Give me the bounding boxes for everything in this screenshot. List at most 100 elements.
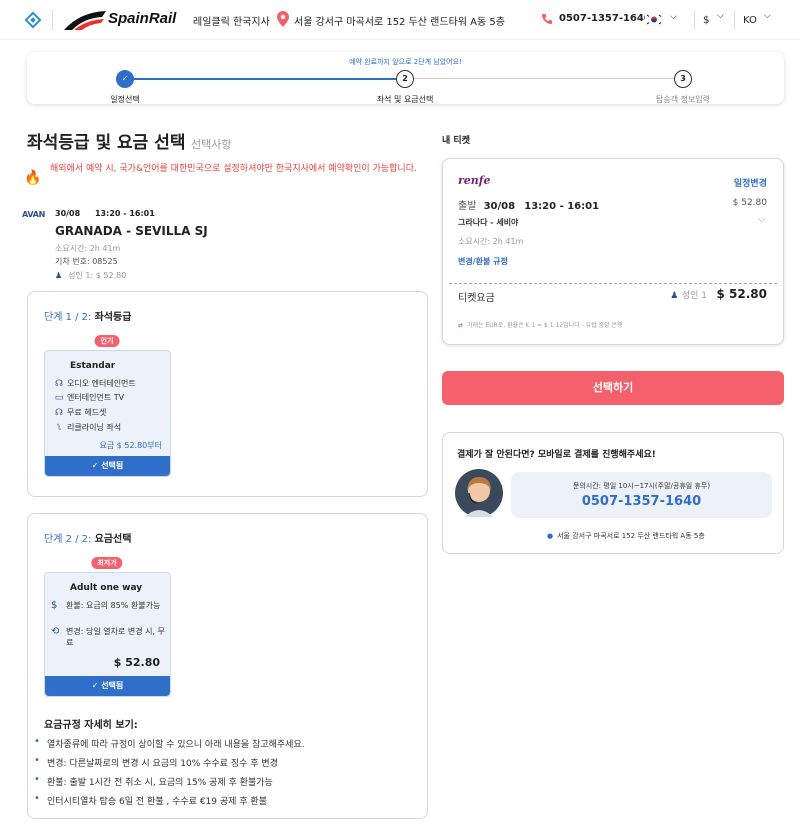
mobile-payment-card: 결제가 잘 안된다면? 모바일로 결제를 진행해주세요! 문의시간: 평일 10… [442,432,784,554]
logo-text: SpainRail [108,10,177,27]
person-icon: ♟ [55,271,63,280]
exchange-note: ⇄ 거래는 EUR로, 환율은 € 1 = $ 1.12입니다 - 유럽 중앙 은… [458,320,623,329]
chevron-down-icon: ⌵ [670,12,677,22]
lowest-price-badge: 최저가 [91,557,123,569]
step-3-label: 탑승객 정보입력 [655,95,711,104]
country-warning: 해외에서 예약 시, 국가&언어를 대한민국으로 설정하셔야만 한국지사에서 예… [50,164,417,174]
chevron-down-icon: ⌵ [717,11,724,21]
refund-rules-link[interactable]: 변경/환불 규정 [458,256,508,267]
depart-label: 출발 [458,201,477,212]
refund-icon: $ [51,600,58,611]
person-icon: ♟ [670,291,679,301]
trip-datetime: 30/08 13:20 - 16:01 [55,209,155,218]
currency-value: $ [703,15,710,26]
select-button[interactable]: 선택하기 [442,371,784,405]
feature-refund: $ 환불: 요금의 85% 환불가능 [51,600,166,611]
change-schedule-link[interactable]: 일정변경 [734,176,767,189]
fare-option-adult-one-way[interactable]: Adult one way $ 환불: 요금의 85% 환불가능 ⟲ 변경: 당… [44,572,171,697]
fare-rule-item: 인터시티열차 탑승 6일 전 환불 , 수수료 €19 공제 후 환불 [34,793,267,807]
feature-label: 환불: 요금의 85% 환불가능 [66,601,161,610]
trip-time: 13:20 - 16:01 [94,209,155,218]
ticket-card: renfe 일정변경 출발 30/08 13:20 - 16:01 $ 52.8… [442,158,784,345]
feature-label: 엔터테인먼트 TV [67,393,125,402]
feature-label: 변경: 당일 열차로 변경 시, 무료 [66,627,165,647]
top-header: SpainRail 레일클릭 한국지사 서울 강서구 마곡서로 152 두산 랜… [0,0,800,40]
ticket-duration: 소요시간: 2h 41m [458,237,524,246]
ticket-date: 30/08 [483,201,516,212]
location-pin-icon: ● [547,532,554,540]
feature-audio: ☊ 오디오 엔터테인먼트 [53,378,136,389]
train-swoosh-icon [64,11,106,30]
fare-selected-button[interactable]: ✓ 선택됨 [45,676,170,696]
step1-title: 단계 1 / 2: 좌석등급 [44,308,131,323]
fare-rule-item: 환불: 출발 1시간 전 취소 시, 요금의 15% 공제 후 환불가능 [34,774,273,788]
renfe-logo: renfe [458,174,491,187]
language-value: KO [743,15,757,26]
ticket-route: 그라나다 - 세비야 [458,218,519,227]
feature-label: 오디오 엔터테인먼트 [67,379,136,388]
trip-passenger-text: 성인 1: $ 52.80 [68,271,127,280]
trip-passenger: ♟ 성인 1: $ 52.80 [55,270,126,281]
support-phone[interactable]: 0507-1357-1640 [511,494,772,509]
seat-option-name: Estandar [70,361,116,371]
fare-rule-item: 열차종류에 따라 규정이 상이할 수 있으니 아래 내용을 참고해주세요. [34,736,305,750]
header-phone[interactable]: 0507-1357-1640 [559,13,651,24]
ticket-time: 13:20 - 16:01 [524,201,600,212]
page-title-text: 좌석등급 및 요금 선택 [27,133,186,153]
fare-rule-item: 변경: 다른날짜로의 변경 시 요금의 10% 수수료 징수 후 변경 [34,755,278,769]
support-address-text: 서울 강서구 마곡서로 152 두산 랜드타워 A동 5층 [557,532,705,540]
header-address: 서울 강서구 마곡서로 152 두산 랜드타워 A동 5층 [294,17,505,28]
step-1-circle: ✓ [116,70,134,88]
support-agent-avatar [455,469,503,517]
location-pin-icon [277,11,289,27]
korea-flag-icon [645,13,663,26]
chevron-down-icon[interactable]: ⌵ [758,215,765,225]
seat-option-price: 요금 $ 52.80부터 [99,441,162,450]
step-2-label: 좌석 및 요금선택 [376,95,434,104]
exchange-icon: ⟲ [51,626,60,637]
fare-total: $ 52.80 [716,287,767,301]
header-divider [52,10,53,30]
seat-option-estandar[interactable]: Estandar ☊ 오디오 엔터테인먼트 ▭ 엔터테인먼트 TV ☊ 무료 헤드셋 … [44,350,171,477]
currency-selector[interactable]: $ ⌵ [703,11,729,26]
step-3-circle: 3 [674,70,692,88]
country-selector[interactable]: ⌵ [645,11,693,29]
step1-label: 좌석등급 [94,312,132,323]
trip-date: 30/08 [55,209,81,218]
ticket-departure: 출발 30/08 13:20 - 16:01 [458,197,599,212]
fare-option-price: $ 52.80 [113,656,160,669]
exchange-arrows-icon: ⇄ [458,322,464,329]
feature-seat: ⑊ 리클라이닝 좌석 [53,422,121,433]
support-address: ● 서울 강서구 마곡서로 152 두산 랜드타워 A동 5층 [547,531,705,541]
booking-stepper: 예약 완료까지 앞으로 2단계 남았어요! ✓ 2 3 일정선택 좌석 및 요금… [27,52,784,104]
fare-summary: ♟ 성인 1 $ 52.80 [670,287,767,301]
train-number: 기차 번호: 08525 [55,257,118,266]
step-1-label: 일정선택 [110,95,140,104]
exchange-note-text: 거래는 EUR로, 환율은 € 1 = $ 1.12입니다 - 유럽 중앙 은행 [467,322,623,329]
branch-name: 레일클릭 한국지사 [193,17,270,28]
support-hours: 문의시간: 평일 10시~17시(주말/공휴일 휴무) [572,482,711,490]
fare-rules-title: 요금규정 자세히 보기: [44,720,138,731]
ticket-price: $ 52.80 [732,198,767,208]
spainrail-logo[interactable]: SpainRail [62,8,182,32]
reclining-seat-icon: ⑊ [56,423,62,433]
language-selector[interactable]: KO ⌵ [743,11,777,26]
step2-label: 요금선택 [94,534,132,545]
feature-label: 리클라이닝 좌석 [67,423,122,432]
step2-title: 단계 2 / 2: 요금선택 [44,530,131,545]
phone-icon [542,14,552,24]
stepper-notice: 예약 완료까지 앞으로 2단계 남았어요! [349,58,462,66]
page-title: 좌석등급 및 요금 선택 선택사항 [27,128,232,153]
diamond-logo-icon[interactable] [24,11,42,29]
header-divider [734,10,735,30]
chevron-down-icon: ⌵ [764,11,771,21]
step1-prefix: 단계 1 / 2: [44,312,92,323]
fire-icon: 🔥 [24,170,42,186]
fare-label: 티켓요금 [458,293,495,304]
progress-line-done [133,78,405,80]
feature-exchange: ⟲ 변경: 당일 열차로 변경 시, 무료 [51,626,166,648]
step-2-circle: 2 [396,70,414,88]
seat-selected-button[interactable]: ✓ 선택됨 [45,456,170,476]
step2-prefix: 단계 2 / 2: [44,534,92,545]
feature-label: 무료 헤드셋 [67,408,107,417]
